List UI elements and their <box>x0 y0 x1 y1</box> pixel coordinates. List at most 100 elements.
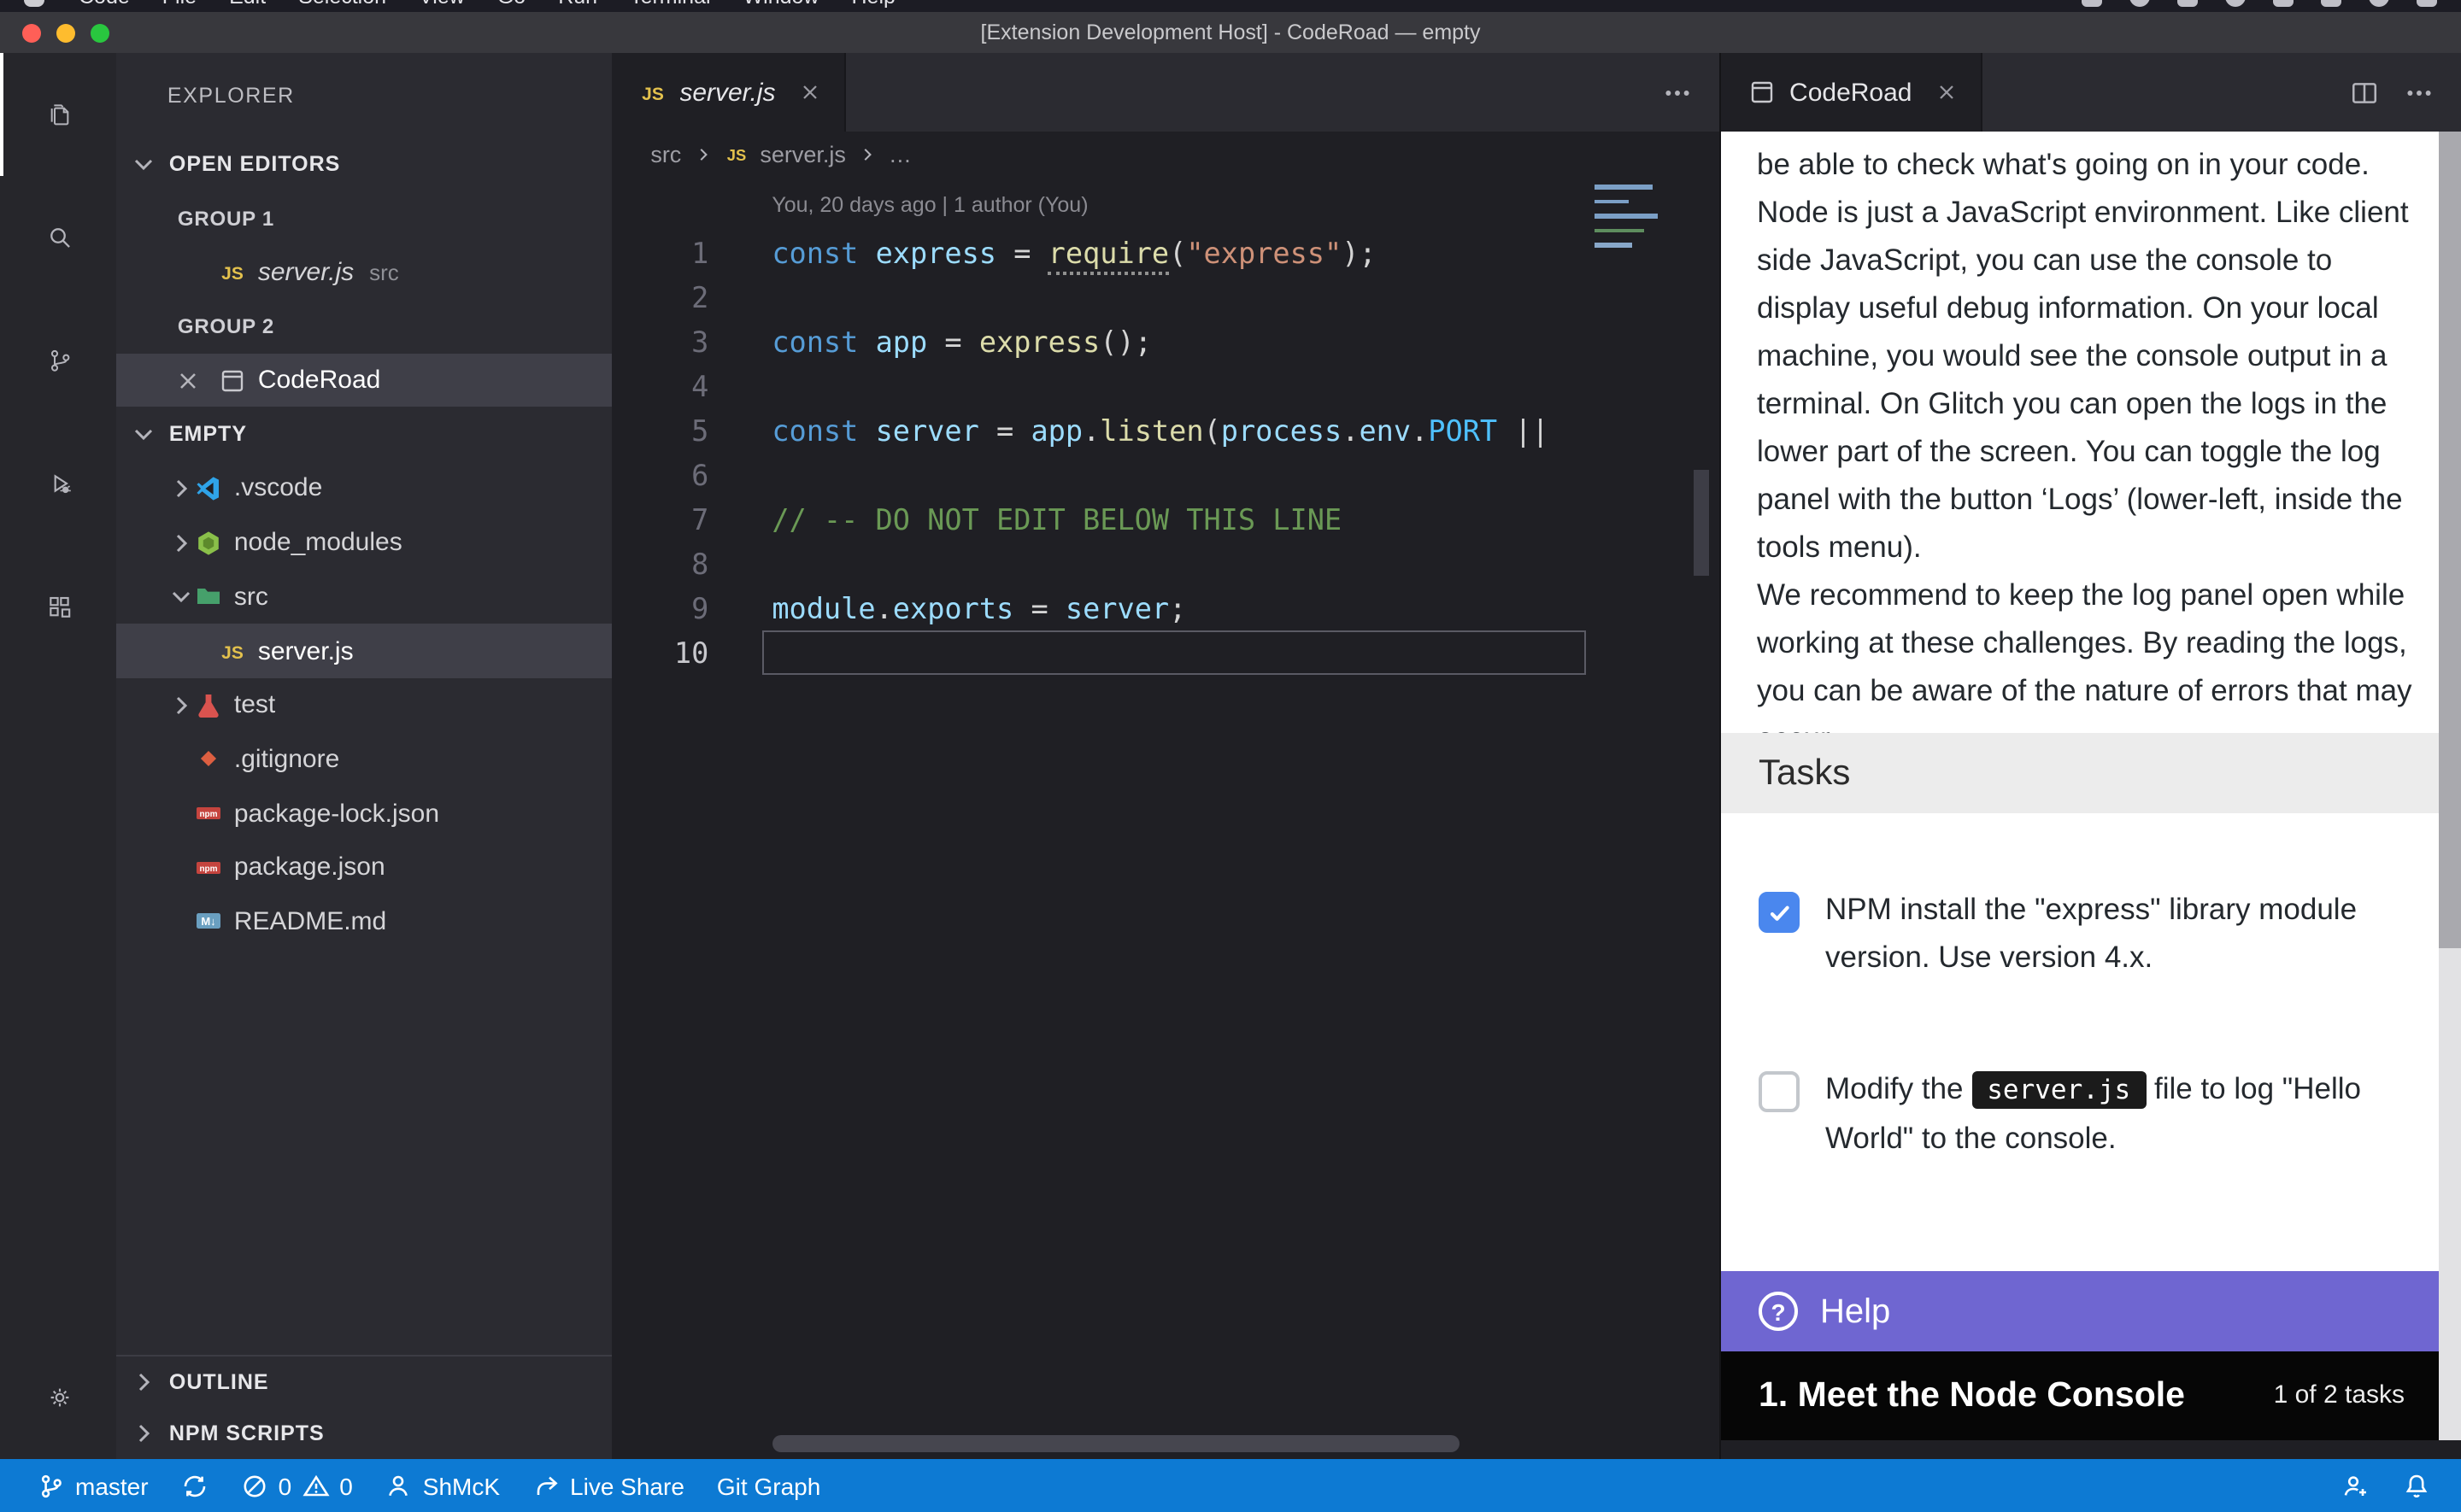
help-bar[interactable]: Help <box>1721 1271 2439 1351</box>
tree-item-label: server.js <box>258 636 354 665</box>
code-line-10[interactable]: 10 <box>611 630 1719 675</box>
line-content <box>708 630 772 675</box>
tree-item-test[interactable]: test <box>116 678 611 732</box>
code-line-1[interactable]: 1const express = require("express"); <box>611 231 1719 275</box>
activity-settings[interactable] <box>0 1336 116 1459</box>
open-editor-server-js[interactable]: JSserver.jssrc <box>116 245 611 299</box>
code-lines: 1const express = require("express");23co… <box>611 231 1719 675</box>
task-checkbox[interactable] <box>1759 1071 1800 1112</box>
more-actions-icon[interactable] <box>1663 78 1692 107</box>
status-sync[interactable] <box>181 1472 209 1499</box>
split-editor-icon[interactable] <box>2350 78 2379 107</box>
code-line-6[interactable]: 6 <box>611 453 1719 497</box>
close-icon[interactable] <box>174 366 202 394</box>
chev-right-icon <box>167 529 195 556</box>
open-editor-coderoad[interactable]: CodeRoad <box>116 354 611 407</box>
chev-right-icon <box>167 691 195 718</box>
menu-item-view[interactable]: View <box>419 0 465 9</box>
tree-item-package-lock-json[interactable]: npmpackage-lock.json <box>116 787 611 841</box>
menubar-status-icon[interactable] <box>2129 0 2150 7</box>
tab-coderoad[interactable]: CodeRoad <box>1721 53 1982 132</box>
status-problems[interactable]: 00 <box>241 1472 353 1499</box>
code-line-3[interactable]: 3const app = express(); <box>611 319 1719 364</box>
panel-scrollbar[interactable] <box>2439 132 2461 1440</box>
code-line-2[interactable]: 2 <box>611 275 1719 319</box>
code-line-7[interactable]: 7// -- DO NOT EDIT BELOW THIS LINE <box>611 497 1719 542</box>
section-header-npm-scripts[interactable]: NPM SCRIPTS <box>116 1408 611 1459</box>
tree-item-server-js[interactable]: JSserver.js <box>116 624 611 677</box>
zoom-window-button[interactable] <box>91 23 109 42</box>
tree-item-package-json[interactable]: npmpackage.json <box>116 841 611 894</box>
line-content <box>708 364 772 408</box>
code-token: server <box>1066 591 1169 625</box>
menu-item-edit[interactable]: Edit <box>229 0 266 9</box>
code-token: . <box>1342 413 1359 448</box>
menubar-status-icon[interactable] <box>2321 0 2341 7</box>
activity-run-debug[interactable] <box>0 422 116 545</box>
activity-source-control[interactable] <box>0 299 116 422</box>
code-line-8[interactable]: 8 <box>611 542 1719 586</box>
menu-item-go[interactable]: Go <box>497 0 526 9</box>
activity-search[interactable] <box>0 176 116 299</box>
code-token: env <box>1359 413 1411 448</box>
code-line-9[interactable]: 9module.exports = server; <box>611 586 1719 630</box>
menu-item-file[interactable]: File <box>162 0 197 9</box>
close-window-button[interactable] <box>22 23 41 42</box>
status-git-branch[interactable]: master <box>38 1472 149 1499</box>
more-actions-icon[interactable] <box>2405 78 2434 107</box>
title-bar: [Extension Development Host] - CodeRoad … <box>0 12 2461 53</box>
window-title: [Extension Development Host] - CodeRoad … <box>981 21 1481 44</box>
tree-item-gitignore[interactable]: .gitignore <box>116 732 611 786</box>
menubar-status-icon[interactable] <box>2177 0 2198 7</box>
status-invite[interactable] <box>2341 1472 2369 1499</box>
apple-menu-icon[interactable] <box>24 0 44 7</box>
tab-server-js[interactable]: JS server.js <box>611 53 845 132</box>
warning-icon <box>302 1472 329 1499</box>
menu-item-help[interactable]: Help <box>852 0 896 9</box>
code-editor[interactable]: You, 20 days ago | 1 author (You) 1const… <box>611 176 1719 1459</box>
section-header-project[interactable]: EMPTY <box>116 407 611 461</box>
task-checkbox[interactable] <box>1759 892 1800 933</box>
status-live-share[interactable]: Live Share <box>532 1472 684 1499</box>
menu-item-run[interactable]: Run <box>558 0 597 9</box>
menubar-status-icon[interactable] <box>2369 0 2389 7</box>
minimap[interactable] <box>1594 185 1665 250</box>
status-git-graph[interactable]: Git Graph <box>717 1472 820 1499</box>
breadcrumb-item-src[interactable]: src <box>650 141 681 167</box>
section-label: NPM SCRIPTS <box>169 1421 325 1445</box>
breadcrumb-item-symbol[interactable]: … <box>889 141 912 167</box>
section-header-open-editors[interactable]: OPEN EDITORS <box>116 137 611 190</box>
code-token: express <box>876 236 996 270</box>
section-header-outline[interactable]: OUTLINE <box>116 1357 611 1408</box>
section-label: EMPTY <box>169 423 247 447</box>
code-line-4[interactable]: 4 <box>611 364 1719 408</box>
activity-explorer[interactable] <box>0 53 116 176</box>
menu-item-terminal[interactable]: Terminal <box>630 0 711 9</box>
menubar-status-icon[interactable] <box>2273 0 2294 7</box>
status-notifications[interactable] <box>2403 1472 2430 1499</box>
tree-item-node-modules[interactable]: node_modules <box>116 516 611 570</box>
minimize-window-button[interactable] <box>56 23 75 42</box>
menu-item-code[interactable]: Code <box>79 0 130 9</box>
codelens-annotation[interactable]: You, 20 days ago | 1 author (You) <box>772 193 1719 231</box>
tree-item-readme-md[interactable]: M↓README.md <box>116 894 611 948</box>
menu-item-selection[interactable]: Selection <box>298 0 386 9</box>
menubar-status-icon[interactable] <box>2082 0 2102 7</box>
editor-group: JS server.js src JS server.js … You, 20 … <box>611 53 1719 1459</box>
editor-vertical-scrollbar[interactable] <box>1693 470 1708 576</box>
menu-item-window[interactable]: Window <box>743 0 819 9</box>
panel-scrollbar-thumb[interactable] <box>2439 132 2461 948</box>
menubar-status-icon[interactable] <box>2417 0 2437 7</box>
tree-item-src[interactable]: src <box>116 570 611 624</box>
close-tab-icon[interactable] <box>1934 80 1958 104</box>
menubar-status-icon[interactable] <box>2225 0 2246 7</box>
activity-extensions[interactable] <box>0 545 116 668</box>
chev-down-icon <box>167 583 195 611</box>
code-line-5[interactable]: 5const server = app.listen(process.env.P… <box>611 408 1719 453</box>
status-shmck[interactable]: ShMcK <box>385 1472 500 1499</box>
editor-horizontal-scrollbar[interactable] <box>772 1435 1459 1452</box>
breadcrumb-item-file[interactable]: server.js <box>760 141 846 167</box>
tree-item-vscode[interactable]: .vscode <box>116 461 611 515</box>
js-icon: JS <box>219 258 246 285</box>
close-tab-icon[interactable] <box>798 80 822 104</box>
